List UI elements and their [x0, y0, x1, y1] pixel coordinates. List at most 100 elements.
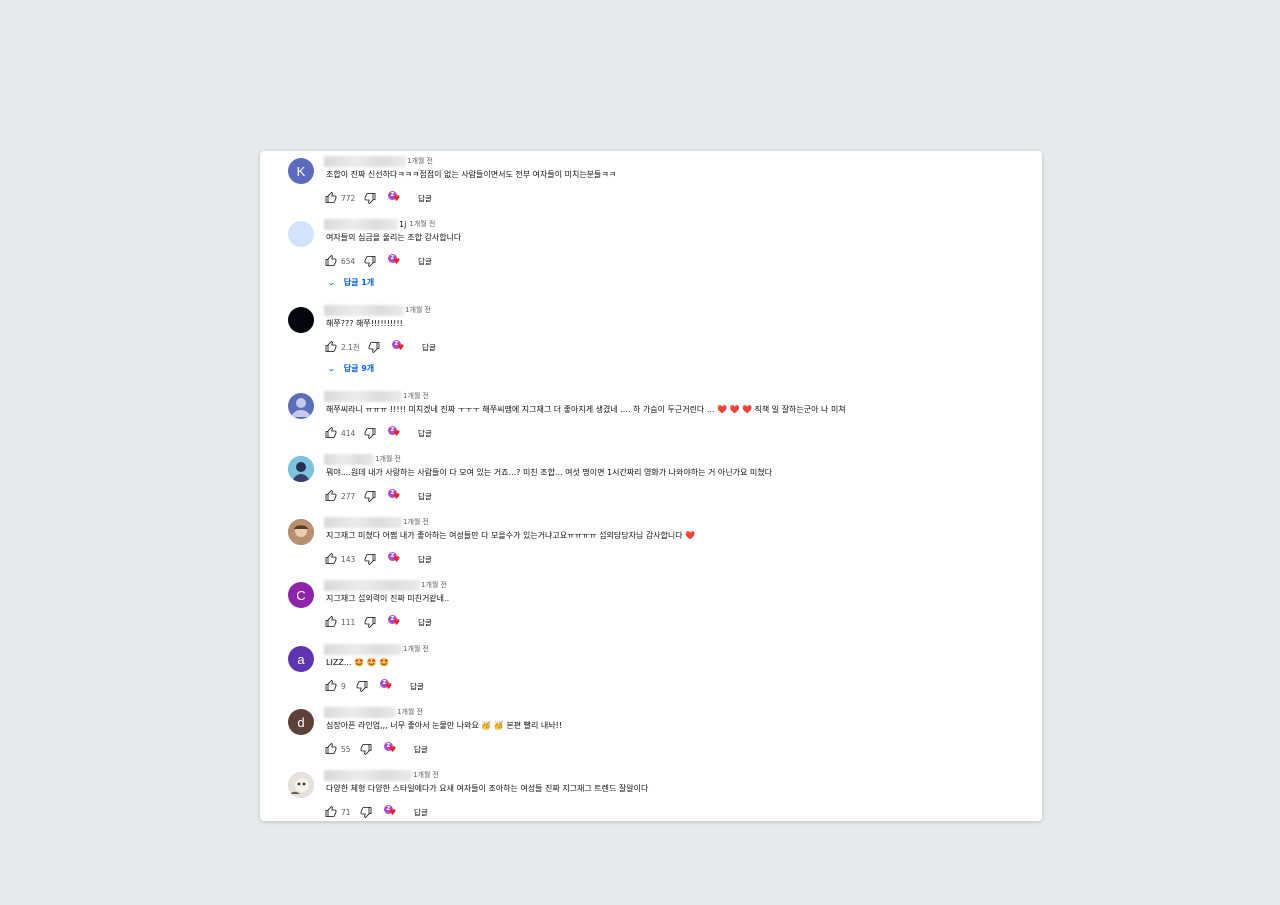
reply-button[interactable]: 답글	[418, 193, 432, 204]
like-count: 277	[341, 491, 356, 501]
like-count: 772	[341, 193, 356, 203]
thumb-down-icon[interactable]	[363, 553, 376, 566]
avatar[interactable]	[288, 393, 314, 419]
author-name-redacted[interactable]	[324, 706, 396, 718]
thumb-up-icon[interactable]	[324, 616, 337, 629]
reply-button[interactable]: 답글	[418, 428, 432, 439]
thumb-down-icon[interactable]	[355, 680, 368, 693]
reply-button[interactable]: 답글	[422, 342, 436, 353]
avatar[interactable]	[288, 456, 314, 482]
thumb-down-icon[interactable]	[363, 616, 376, 629]
comment-item: 1j 1개월 전 여자들의 심금을 울리는 조합 감사합니다 654 Z ♥ 답글…	[288, 217, 1028, 297]
comment-text-part: 지그재그 미쳤다 어쩜 내가 좋아하는 여성들만 다 모을수가 있는거냐고요ㅠㅠ…	[326, 531, 683, 540]
reply-button[interactable]: 답글	[410, 681, 424, 692]
author-name-redacted[interactable]	[324, 579, 420, 591]
star-eyes-emoji: 🤩 🤩 🤩	[353, 658, 389, 667]
comment-text-part: 본편 빨리 내놔!!	[506, 721, 563, 730]
thumb-up-icon[interactable]	[324, 743, 337, 756]
comment-text: 다양한 체형 다양한 스타일에다가 요새 여자들이 조아하는 여성들 진짜 지그…	[326, 784, 649, 793]
thumb-down-icon[interactable]	[359, 743, 372, 756]
creator-heart-icon: Z ♥	[388, 552, 402, 566]
thumb-down-icon[interactable]	[359, 806, 372, 819]
comments-panel: K 1개월 전 조합이 진짜 신선하다ㅋㅋㅋ접점이 없는 사람들이면서도 전부 …	[260, 151, 1042, 821]
comment-time[interactable]: 1개월 전	[407, 156, 433, 166]
comment-time[interactable]: 1개월 전	[375, 454, 401, 464]
like-count: 143	[341, 554, 356, 564]
thumb-up-icon[interactable]	[324, 255, 337, 268]
reply-button[interactable]: 답글	[418, 491, 432, 502]
comment-item: 1개월 전 해쭈??? 해쭈!!!!!!!!!! 2.1천 Z ♥ 답글 ⌄ 답글…	[288, 303, 1028, 383]
thumb-down-icon[interactable]	[363, 427, 376, 440]
thumb-down-icon[interactable]	[363, 255, 376, 268]
comment-item: 1개월 전 뭐야....원데 내가 사랑하는 사람들이 다 모여 있는 거죠..…	[288, 452, 1028, 512]
author-name-redacted[interactable]	[324, 769, 412, 781]
comment-time[interactable]: 1개월 전	[409, 219, 435, 229]
thumb-up-icon[interactable]	[324, 490, 337, 503]
default-user-icon	[291, 398, 311, 417]
replies-count-label: 답글 1개	[343, 278, 375, 287]
comment-time[interactable]: 1개월 전	[413, 770, 439, 780]
author-name-redacted[interactable]	[324, 155, 406, 167]
avatar-letter: C	[296, 587, 306, 603]
avatar[interactable]	[288, 519, 314, 545]
comment-time[interactable]: 1개월 전	[403, 391, 429, 401]
comment-item: K 1개월 전 조합이 진짜 신선하다ㅋㅋㅋ접점이 없는 사람들이면서도 전부 …	[288, 154, 1028, 214]
thumb-up-icon[interactable]	[324, 341, 337, 354]
comment-time[interactable]: 1개월 전	[421, 580, 447, 590]
comment-text: 심장아픈 라인업,,, 너무 좋아서 눈물만 나와요 🥳 🥳 본편 빨리 내놔!…	[326, 720, 562, 732]
comment-text-part: LIZZ...	[326, 658, 352, 667]
like-count: 55	[341, 744, 351, 754]
thumb-down-icon[interactable]	[363, 490, 376, 503]
comment-time[interactable]: 1개월 전	[405, 305, 431, 315]
author-name-redacted[interactable]	[324, 218, 398, 230]
avatar[interactable]: C	[288, 582, 314, 608]
thumb-down-icon[interactable]	[363, 192, 376, 205]
party-emoji: 🥳 🥳	[481, 721, 504, 730]
like-count: 414	[341, 428, 356, 438]
avatar[interactable]	[288, 772, 314, 798]
comment-item: 1개월 전 지그재그 미쳤다 어쩜 내가 좋아하는 여성들만 다 모을수가 있는…	[288, 515, 1028, 575]
view-replies-button[interactable]: ⌄ 답글 1개	[327, 277, 375, 288]
avatar[interactable]: d	[288, 709, 314, 735]
comment-text: 뭐야....원데 내가 사랑하는 사람들이 다 모여 있는 거죠...? 미친 …	[326, 468, 772, 477]
author-name-redacted[interactable]	[324, 390, 402, 402]
like-count: 654	[341, 256, 356, 266]
thumb-up-icon[interactable]	[324, 680, 337, 693]
thumb-up-icon[interactable]	[324, 192, 337, 205]
avatar-letter: K	[296, 163, 306, 179]
like-count: 9	[341, 681, 346, 691]
creator-heart-icon: Z ♥	[388, 254, 402, 268]
reply-button[interactable]: 답글	[414, 807, 428, 818]
thumb-up-icon[interactable]	[324, 806, 337, 819]
author-name-redacted[interactable]	[324, 516, 402, 528]
author-name-redacted[interactable]	[324, 304, 404, 316]
reply-button[interactable]: 답글	[418, 617, 432, 628]
thumb-down-icon[interactable]	[367, 341, 380, 354]
avatar-letter: a	[297, 651, 305, 667]
reply-button[interactable]: 답글	[418, 554, 432, 565]
comment-time[interactable]: 1개월 전	[403, 517, 429, 527]
creator-heart-icon: Z ♥	[388, 489, 402, 503]
comment-item: 1개월 전 다양한 체형 다양한 스타일에다가 요새 여자들이 조아하는 여성들…	[288, 768, 1028, 820]
thumb-up-icon[interactable]	[324, 553, 337, 566]
reply-button[interactable]: 답글	[414, 744, 428, 755]
avatar[interactable]	[288, 307, 314, 333]
heart-emoji: ❤️ ❤️ ❤️	[717, 405, 752, 414]
chevron-down-icon: ⌄	[326, 364, 336, 373]
comment-item: 1개월 전 해쭈씨라니 ㅠㅠㅠ !!!!! 미치겠네 진짜 ㅜㅜㅜ 해쭈씨땜에 …	[288, 389, 1028, 449]
comment-time[interactable]: 1개월 전	[403, 644, 429, 654]
avatar-letter: d	[297, 714, 305, 730]
author-name-redacted[interactable]	[324, 643, 402, 655]
avatar[interactable]: K	[288, 158, 314, 184]
like-count: 111	[341, 617, 356, 627]
avatar[interactable]: a	[288, 646, 314, 672]
comment-time[interactable]: 1개월 전	[397, 707, 423, 717]
comment-item: C 1개월 전 지그재그 섭외력이 진짜 미친거같네.. 111 Z ♥ 답글	[288, 578, 1028, 638]
author-name-redacted[interactable]	[324, 453, 374, 465]
avatar[interactable]	[288, 221, 314, 247]
author-name-tail[interactable]: 1j	[399, 220, 406, 229]
view-replies-button[interactable]: ⌄ 답글 9개	[326, 363, 374, 374]
thumb-up-icon[interactable]	[324, 427, 337, 440]
comment-text: 지그재그 섭외력이 진짜 미친거같네..	[326, 594, 450, 603]
reply-button[interactable]: 답글	[418, 256, 432, 267]
